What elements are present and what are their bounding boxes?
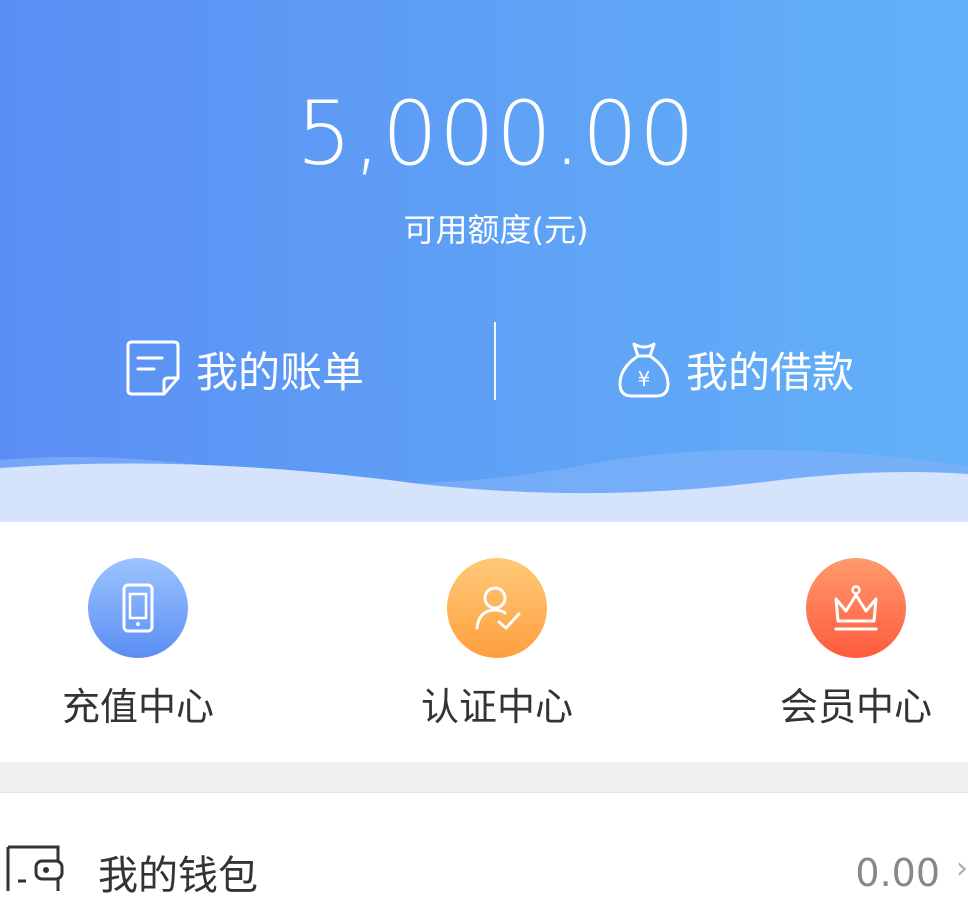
crown-icon [806,558,906,658]
recharge-center-button[interactable]: 充值中心 [38,558,238,731]
header-wave [0,449,968,522]
header-divider [494,322,496,400]
wallet-icon [4,841,66,891]
my-loan-label: 我的借款 [686,347,855,397]
balance-header: 5,000.00 可用额度(元) 我的账单 ¥ 我的借款 [0,0,968,522]
quick-actions: 充值中心 认证中心 会员中心 [0,522,968,762]
my-bill-button[interactable]: 我的账单 [124,338,364,400]
my-bill-label: 我的账单 [196,347,365,397]
my-wallet-balance: 0.00 [855,851,940,895]
my-wallet-row[interactable]: 我的钱包 0.00 › [0,793,968,899]
available-amount-label: 可用额度(元) [403,211,589,249]
member-center-label: 会员中心 [779,685,932,729]
section-divider [0,762,968,793]
my-loan-button[interactable]: ¥ 我的借款 [614,338,854,400]
member-center-button[interactable]: 会员中心 [756,558,956,731]
svg-text:¥: ¥ [638,367,651,391]
my-wallet-label: 我的钱包 [98,853,258,899]
phone-icon [88,558,188,658]
verification-center-button[interactable]: 认证中心 [397,558,597,731]
available-amount: 5,000.00 [296,82,696,185]
user-check-icon [447,558,547,658]
verification-center-label: 认证中心 [420,685,573,729]
money-bag-icon: ¥ [614,338,674,400]
bill-icon [124,338,184,400]
chevron-right-icon: › [956,851,968,886]
recharge-center-label: 充值中心 [61,685,214,729]
